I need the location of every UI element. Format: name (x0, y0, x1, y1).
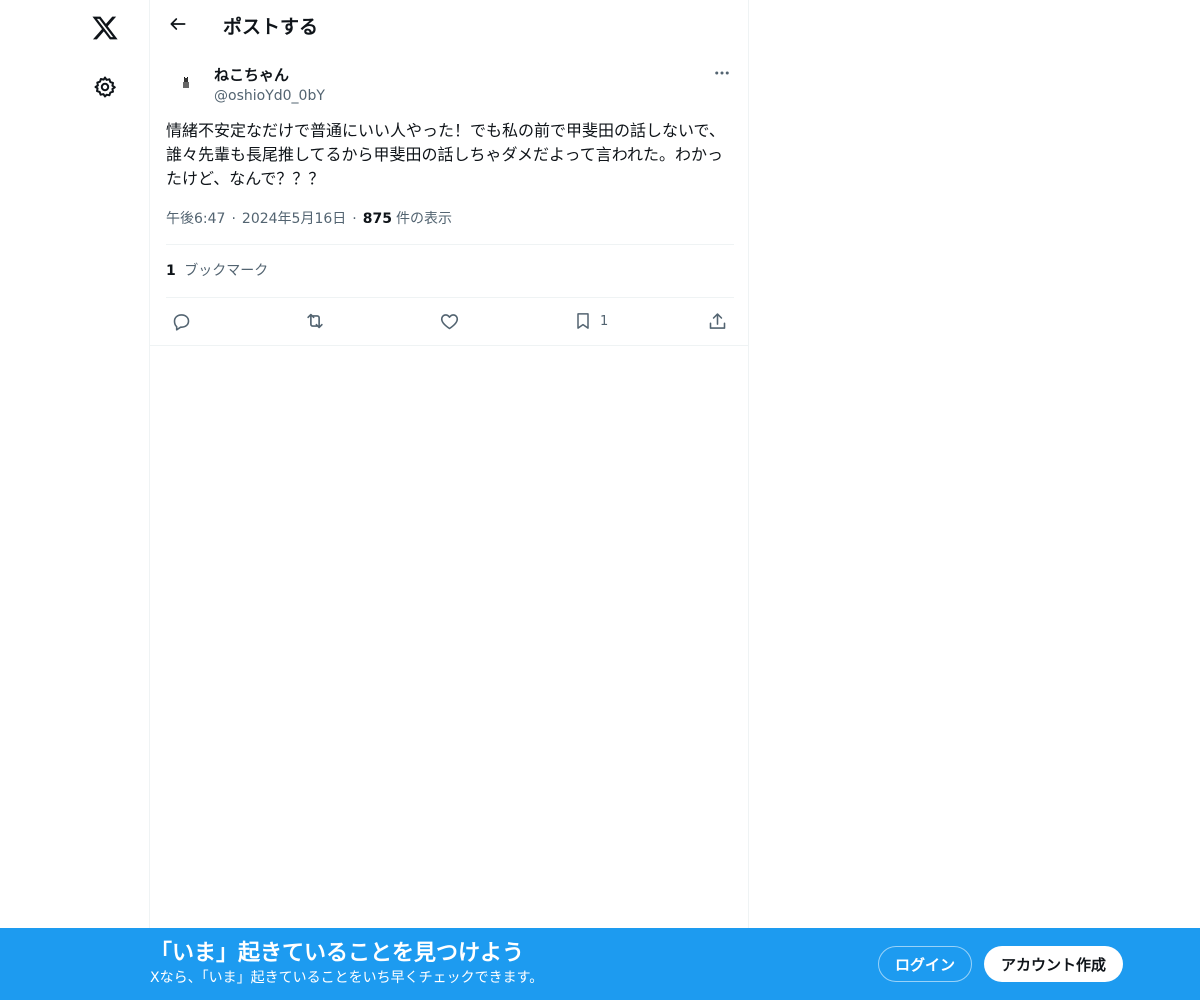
post-date[interactable]: 2024年5月16日 (242, 209, 346, 229)
gear-icon[interactable] (89, 71, 121, 103)
main-column: ポストする ねこちゃん @oshioYd0_0bY 情緒不安定なだけで普通にいい… (149, 0, 749, 1000)
divider (166, 297, 734, 298)
avatar[interactable] (166, 63, 206, 103)
post-text: 情緒不安定なだけで普通にいい人やった！でも私の前で甲斐田の話しないで、誰々先輩も… (166, 121, 725, 188)
repost-icon (301, 307, 329, 335)
bookmark-button[interactable]: 1 (569, 307, 608, 335)
meta-separator: · (231, 211, 236, 227)
ellipsis-icon (713, 64, 731, 86)
action-bar: 1 (166, 307, 734, 335)
back-button[interactable] (162, 10, 194, 42)
divider (150, 345, 748, 346)
meta-separator: · (352, 211, 357, 227)
bookmark-stat-count: 1 (166, 263, 176, 279)
share-icon (703, 307, 731, 335)
author-name[interactable]: ねこちゃん (214, 65, 289, 85)
login-button[interactable]: ログイン (878, 946, 972, 982)
bookmark-icon (569, 307, 597, 335)
heart-icon (435, 307, 463, 335)
bookmark-stat-label: ブックマーク (184, 263, 269, 279)
bookmark-stats[interactable]: 1 ブックマーク (166, 261, 268, 281)
views-count: 875 (362, 211, 392, 227)
signup-button[interactable]: アカウント作成 (984, 946, 1123, 982)
banner-subtitle: Xなら、「いま」起きていることをいち早くチェックできます。 (150, 970, 544, 986)
post-meta: 午後6:47 · 2024年5月16日 · 875 件の表示 (166, 209, 734, 229)
more-button[interactable] (710, 63, 734, 87)
arrow-left-icon (168, 14, 188, 38)
views-label: 件の表示 (395, 211, 452, 227)
post-time[interactable]: 午後6:47 (166, 209, 225, 229)
reply-button[interactable] (167, 307, 195, 335)
x-logo-icon[interactable] (87, 10, 123, 46)
left-nav (0, 0, 150, 1000)
repost-button[interactable] (301, 307, 329, 335)
banner-title: 「いま」起きていることを見つけよう (150, 941, 525, 966)
reply-icon (167, 307, 195, 335)
like-button[interactable] (435, 307, 463, 335)
signup-banner: 「いま」起きていることを見つけよう Xなら、「いま」起きていることをいち早くチェ… (0, 928, 1200, 1000)
bookmark-count: 1 (600, 313, 609, 329)
author-handle[interactable]: @oshioYd0_0bY (214, 86, 325, 106)
header: ポストする (150, 0, 748, 53)
share-button[interactable] (703, 307, 731, 335)
page-title: ポストする (223, 16, 319, 38)
divider (166, 244, 734, 245)
